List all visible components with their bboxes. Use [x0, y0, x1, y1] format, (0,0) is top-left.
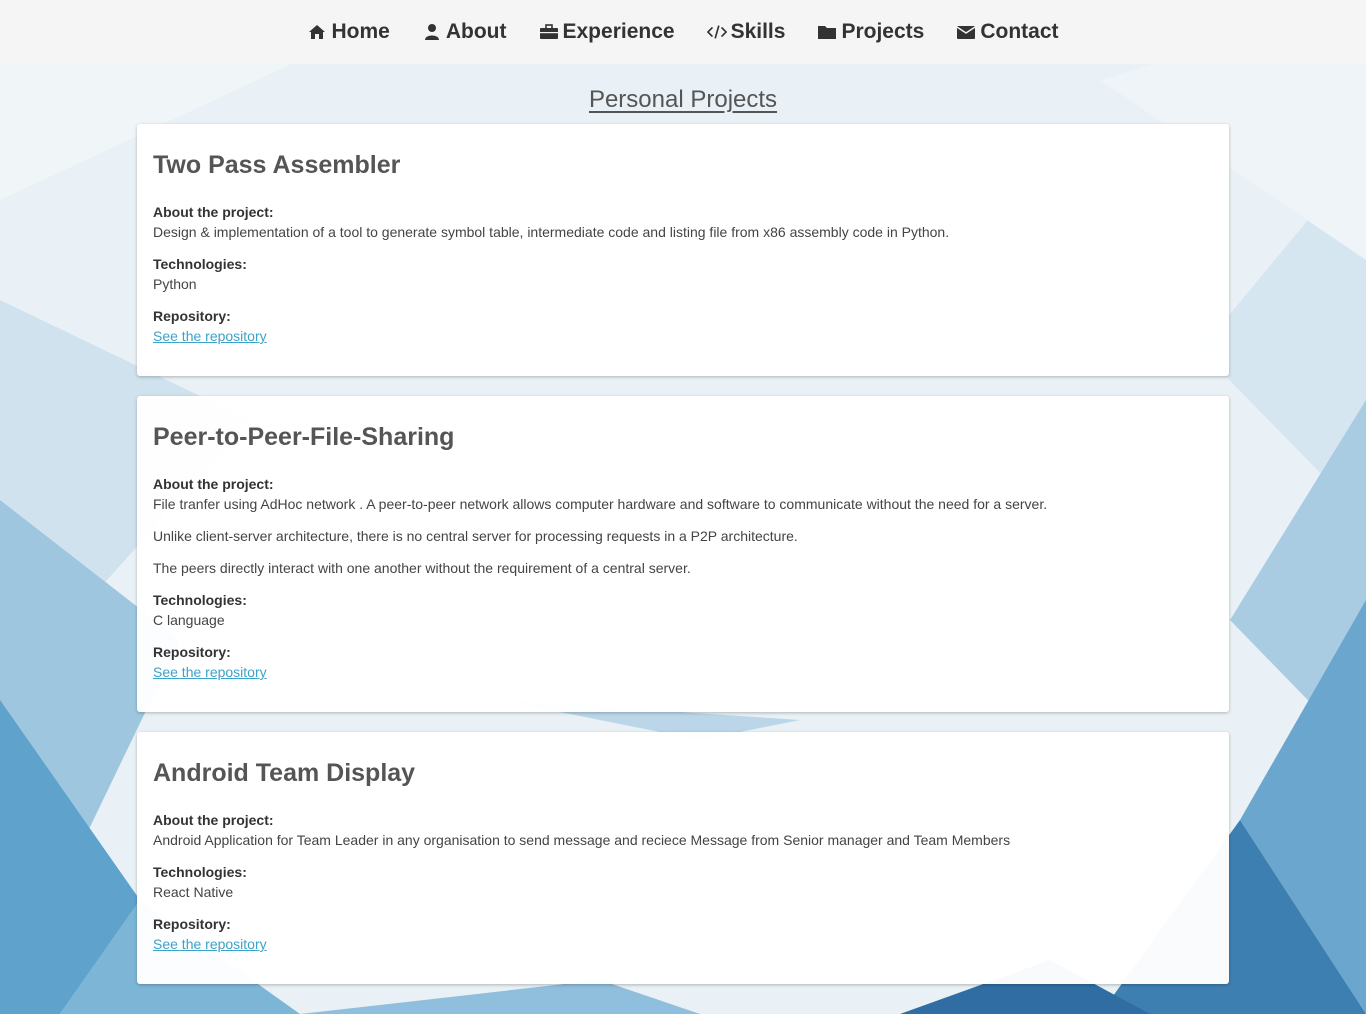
about-label: About the project: [153, 204, 274, 220]
repository-link[interactable]: See the repository [153, 934, 267, 954]
user-icon [422, 22, 442, 42]
project-description: The peers directly interact with one ano… [153, 560, 691, 576]
code-icon [706, 22, 727, 42]
project-title: Android Team Display [153, 759, 416, 787]
repository-label: Repository: [153, 916, 231, 932]
project-description: Design & implementation of a tool to gen… [153, 224, 950, 240]
project-card: Android Team Display About the project: … [137, 732, 1229, 984]
nav-home-label: Home [331, 20, 390, 43]
project-title: Peer-to-Peer-File-Sharing [153, 423, 455, 451]
top-navbar: Home About Experience Skills Projects Co… [0, 0, 1366, 64]
nav-about-label: About [445, 20, 507, 43]
project-description: File tranfer using AdHoc network . A pee… [153, 496, 1048, 512]
project-technologies: Python [153, 276, 197, 292]
briefcase-icon [539, 22, 559, 42]
repository-link[interactable]: See the repository [153, 326, 267, 346]
envelope-icon [956, 22, 976, 42]
nav-skills[interactable]: Skills [706, 20, 786, 44]
about-label: About the project: [153, 476, 274, 492]
repository-link[interactable]: See the repository [153, 662, 267, 682]
repository-label: Repository: [153, 308, 231, 324]
nav-experience-label: Experience [562, 20, 675, 43]
home-icon [307, 22, 327, 42]
project-description: Android Application for Team Leader in a… [153, 832, 1011, 848]
folder-icon [817, 22, 837, 42]
about-label: About the project: [153, 812, 274, 828]
section-title: Personal Projects [588, 86, 778, 113]
nav-home[interactable]: Home [307, 20, 390, 44]
repository-label: Repository: [153, 644, 231, 660]
technologies-label: Technologies: [153, 864, 247, 880]
project-technologies: C language [153, 612, 225, 628]
project-technologies: React Native [153, 884, 234, 900]
nav-skills-label: Skills [730, 20, 786, 43]
nav-contact[interactable]: Contact [956, 20, 1059, 44]
nav-projects[interactable]: Projects [817, 20, 924, 44]
technologies-label: Technologies: [153, 592, 247, 608]
nav-projects-label: Projects [841, 20, 925, 43]
technologies-label: Technologies: [153, 256, 247, 272]
project-title: Two Pass Assembler [153, 151, 401, 179]
nav-experience[interactable]: Experience [539, 20, 675, 44]
project-description: Unlike client-server architecture, there… [153, 528, 798, 544]
projects-section: Personal Projects [0, 64, 1366, 124]
project-card: Peer-to-Peer-File-Sharing About the proj… [137, 396, 1229, 712]
nav-contact-label: Contact [980, 20, 1059, 43]
nav-about[interactable]: About [422, 20, 507, 44]
project-card: Two Pass Assembler About the project: De… [137, 124, 1229, 376]
